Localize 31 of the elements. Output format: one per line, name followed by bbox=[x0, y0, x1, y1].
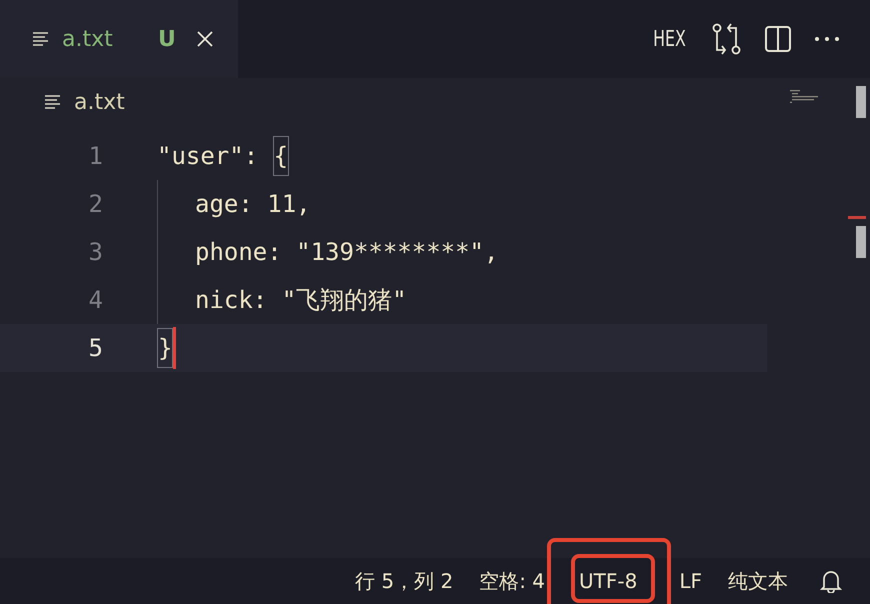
editor-tab[interactable]: a.txt U bbox=[0, 0, 238, 78]
line-number: 1 bbox=[88, 142, 103, 170]
line-number: 5 bbox=[88, 334, 103, 362]
status-item[interactable]: 纯文本 bbox=[728, 569, 788, 593]
compare-changes-icon[interactable] bbox=[712, 23, 742, 55]
tab-label: a.txt bbox=[62, 26, 114, 52]
text-file-icon bbox=[32, 31, 50, 47]
code-text: nick: "飞翔的猪" bbox=[195, 285, 407, 316]
line-number: 3 bbox=[88, 238, 103, 266]
line-number: 4 bbox=[88, 286, 103, 314]
notification-bell-icon[interactable] bbox=[820, 569, 842, 593]
code-text: age: 11, bbox=[195, 190, 311, 218]
status-item[interactable]: LF bbox=[679, 569, 702, 593]
breadcrumb-item[interactable]: a.txt bbox=[74, 90, 125, 114]
status-item[interactable]: 空格: 4 bbox=[479, 569, 546, 593]
split-editor-icon[interactable] bbox=[764, 25, 792, 53]
code-text: "user": bbox=[157, 142, 260, 170]
git-status: U bbox=[158, 26, 176, 52]
more-icon[interactable] bbox=[814, 36, 840, 42]
matched-bracket: } bbox=[157, 328, 174, 368]
status-item[interactable]: UTF-8 bbox=[579, 569, 638, 593]
status-item[interactable]: 行 5，列 2 bbox=[355, 569, 454, 593]
close-icon[interactable] bbox=[196, 30, 214, 48]
scrollbar[interactable] bbox=[848, 86, 866, 258]
matched-bracket: { bbox=[272, 136, 290, 176]
hex-button[interactable]: HEX bbox=[653, 26, 686, 52]
text-cursor bbox=[173, 327, 176, 369]
minimap-drawing bbox=[790, 90, 818, 103]
line-number: 2 bbox=[88, 190, 103, 218]
code-text: phone: "139********", bbox=[195, 238, 498, 266]
text-file-icon bbox=[44, 94, 62, 110]
